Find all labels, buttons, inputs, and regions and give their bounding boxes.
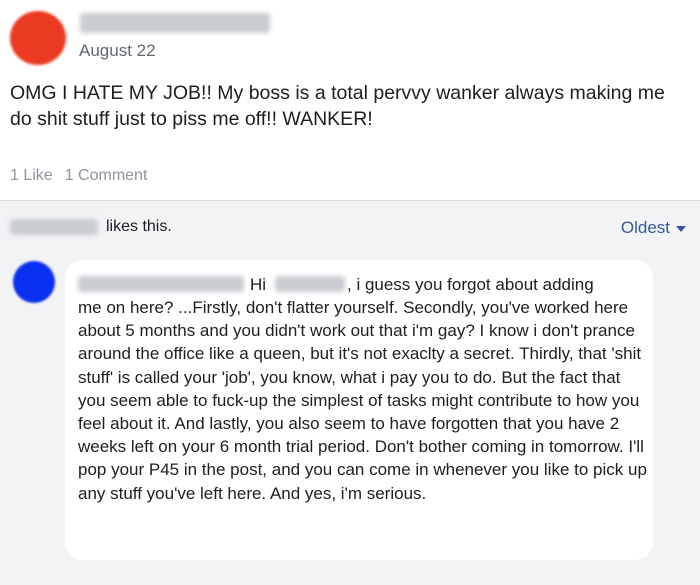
poster-name-redacted (80, 13, 270, 33)
chevron-down-icon (676, 226, 686, 232)
comment-greeting: Hi (250, 275, 267, 294)
post-text: OMG I HATE MY JOB!! My boss is a total p… (10, 82, 665, 130)
mentioned-name-redacted (275, 276, 345, 292)
comments-section: likes this. Oldest Hi , i guess you forg… (0, 200, 700, 585)
post-date[interactable]: August 22 (79, 41, 156, 61)
comment-count[interactable]: 1 Comment (65, 167, 148, 185)
post-card: August 22 OMG I HATE MY JOB!! My boss is… (0, 0, 700, 200)
comment-bubble: Hi , i guess you forgot about adding me … (65, 260, 653, 560)
poster-avatar[interactable] (10, 11, 66, 65)
likes-line: likes this. (106, 218, 172, 235)
sort-comments-dropdown[interactable]: Oldest (621, 218, 686, 238)
comment-text: me on here? ...Firstly, don't flatter yo… (78, 298, 652, 503)
commenter-avatar[interactable] (13, 261, 55, 303)
post-stats: 1 Like 1 Comment (10, 167, 147, 185)
like-count[interactable]: 1 Like (10, 167, 53, 185)
comment-greeting-tail: , i guess you forgot about adding (347, 275, 594, 294)
sort-label: Oldest (620, 218, 670, 237)
liker-name-redacted (10, 219, 98, 235)
commenter-name-redacted (78, 276, 244, 292)
